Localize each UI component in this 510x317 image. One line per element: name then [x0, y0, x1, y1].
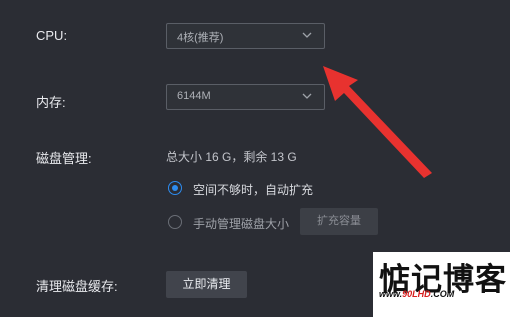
chevron-down-icon: [302, 32, 312, 38]
watermark-logo: 惦记博客 www.90LHD.COM: [373, 252, 510, 317]
disk-label: 磁盘管理:: [36, 151, 92, 166]
memory-label: 内存:: [36, 95, 66, 110]
disk-summary: 总大小 16 G，剩余 13 G: [166, 150, 297, 164]
memory-select-value: 6144M: [177, 90, 211, 102]
clear-now-button[interactable]: 立即清理: [166, 271, 247, 298]
expand-capacity-button[interactable]: 扩充容量: [300, 208, 378, 235]
watermark-url: www.90LHD.COM: [379, 289, 455, 299]
radio-manual-size-label[interactable]: 手动管理磁盘大小: [193, 215, 289, 232]
memory-select[interactable]: 6144M: [166, 84, 325, 110]
clear-cache-label: 清理磁盘缓存:: [36, 279, 118, 294]
radio-auto-expand-label[interactable]: 空间不够时，自动扩充: [193, 181, 313, 198]
cpu-label: CPU:: [36, 28, 68, 43]
radio-auto-expand[interactable]: [168, 181, 182, 195]
chevron-down-icon: [302, 93, 312, 99]
cpu-select[interactable]: 4核(推荐): [166, 23, 325, 49]
cpu-select-value: 4核(推荐): [177, 32, 224, 44]
radio-manual-size[interactable]: [168, 215, 182, 229]
